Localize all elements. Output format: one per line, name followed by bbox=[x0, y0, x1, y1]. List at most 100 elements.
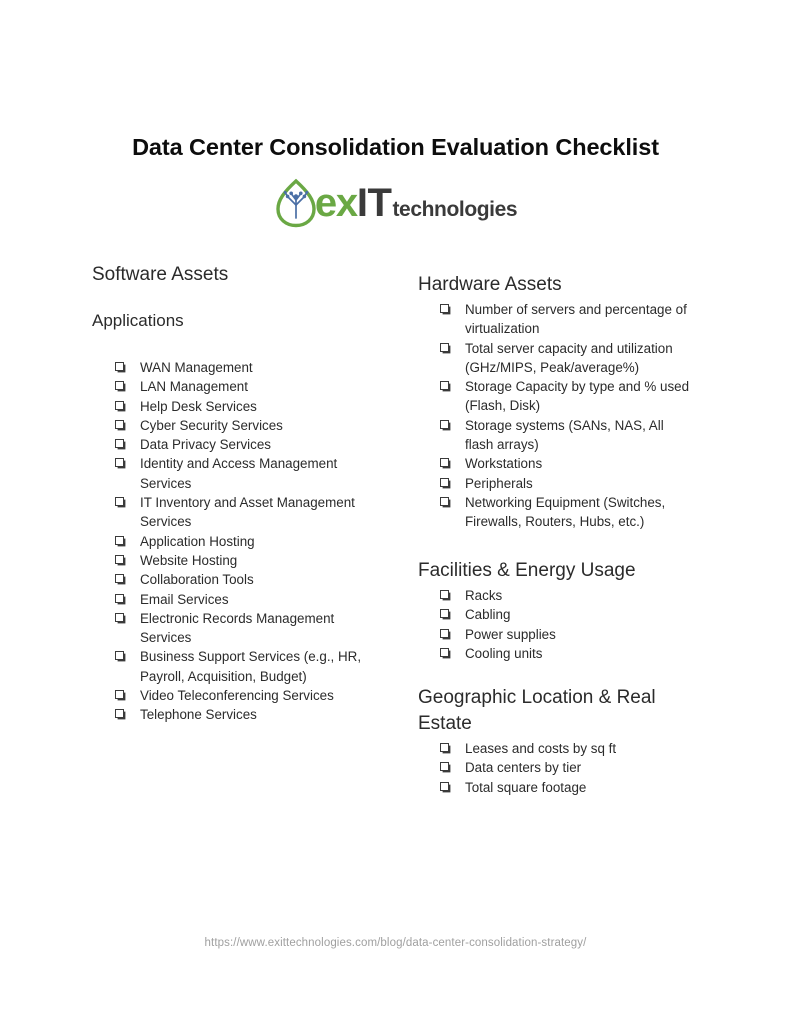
subheading-applications: Applications bbox=[92, 311, 184, 330]
checklist-item-label: Collaboration Tools bbox=[140, 572, 254, 588]
heading-software-assets: Software Assets bbox=[92, 264, 229, 285]
checkbox-icon[interactable] bbox=[115, 651, 124, 661]
checkbox-icon[interactable] bbox=[115, 381, 124, 391]
checklist-item[interactable]: Identity and Access Management Services bbox=[115, 454, 383, 493]
checklist-item-label: Business Support Services (e.g., HR, Pay… bbox=[140, 649, 362, 684]
checklist-item[interactable]: Video Teleconferencing Services bbox=[115, 686, 383, 705]
checkbox-icon[interactable] bbox=[115, 709, 124, 719]
checklist-item[interactable]: Data Privacy Services bbox=[115, 435, 383, 454]
checklist-item[interactable]: Cyber Security Services bbox=[115, 416, 383, 435]
checkbox-icon[interactable] bbox=[440, 477, 449, 487]
checklist-item-label: Cabling bbox=[465, 607, 511, 623]
logo-text-it: IT bbox=[356, 181, 392, 225]
checklist-item[interactable]: Business Support Services (e.g., HR, Pay… bbox=[115, 647, 383, 686]
checklist-item[interactable]: WAN Management bbox=[115, 358, 383, 377]
checklist-item-label: Total server capacity and utilization (G… bbox=[465, 340, 673, 375]
checklist-item-label: Storage systems (SANs, NAS, All flash ar… bbox=[465, 417, 664, 453]
checklist-hardware: Number of servers and percentage of virt… bbox=[440, 300, 692, 532]
checkbox-icon[interactable] bbox=[440, 647, 449, 657]
checkbox-icon[interactable] bbox=[440, 781, 449, 791]
checklist-item-label: Electronic Records Management Services bbox=[140, 610, 335, 646]
checklist-item[interactable]: Telephone Services bbox=[115, 705, 383, 724]
checklist-item[interactable]: Cabling bbox=[440, 605, 692, 624]
checklist-item[interactable]: Racks bbox=[440, 586, 692, 605]
checklist-item-label: Storage Capacity by type and % used (Fla… bbox=[465, 379, 690, 414]
checklist-item-label: IT Inventory and Asset Management Servic… bbox=[140, 495, 355, 530]
checklist-item[interactable]: Data centers by tier bbox=[440, 758, 692, 777]
checklist-item[interactable]: Email Services bbox=[115, 590, 383, 609]
checkbox-icon[interactable] bbox=[440, 590, 449, 599]
checkbox-icon[interactable] bbox=[115, 690, 124, 700]
checklist-item-label: Power supplies bbox=[465, 626, 556, 642]
checklist-item[interactable]: Total server capacity and utilization (G… bbox=[440, 339, 692, 378]
checklist-item-label: Number of servers and percentage of virt… bbox=[465, 302, 687, 337]
checkbox-icon[interactable] bbox=[440, 628, 449, 638]
checklist-item-label: WAN Management bbox=[140, 360, 253, 375]
checkbox-icon[interactable] bbox=[115, 535, 124, 545]
document-page: Data Center Consolidation Evaluation Che… bbox=[0, 0, 791, 1024]
checklist-item-label: Workstations bbox=[465, 456, 543, 472]
checkbox-icon[interactable] bbox=[440, 342, 449, 352]
checkbox-icon[interactable] bbox=[440, 762, 449, 772]
checklist-item[interactable]: Storage Capacity by type and % used (Fla… bbox=[440, 377, 692, 416]
page-title: Data Center Consolidation Evaluation Che… bbox=[132, 133, 659, 160]
checkbox-icon[interactable] bbox=[440, 304, 449, 313]
source-url[interactable]: https://www.exittechnologies.com/blog/da… bbox=[0, 937, 791, 949]
checklist-item-label: Video Teleconferencing Services bbox=[140, 688, 334, 704]
checkbox-icon[interactable] bbox=[440, 743, 449, 752]
checklist-item[interactable]: Workstations bbox=[440, 454, 692, 473]
logo-text-technologies: technologies bbox=[392, 198, 518, 221]
checklist-item-label: Leases and costs by sq ft bbox=[465, 741, 617, 756]
checklist-item[interactable]: Peripherals bbox=[440, 474, 692, 493]
checklist-item[interactable]: Number of servers and percentage of virt… bbox=[440, 300, 692, 339]
checklist-item[interactable]: Cooling units bbox=[440, 644, 692, 663]
checkbox-icon[interactable] bbox=[115, 554, 124, 564]
checklist-item-label: Website Hosting bbox=[140, 552, 238, 568]
checklist-item-label: Identity and Access Management Services bbox=[140, 456, 338, 491]
checkbox-icon[interactable] bbox=[115, 458, 124, 468]
checkbox-icon[interactable] bbox=[440, 458, 449, 468]
checklist-item-label: Help Desk Services bbox=[140, 398, 257, 414]
leaf-circuit-icon bbox=[276, 178, 316, 228]
checklist-item-label: Data Privacy Services bbox=[140, 437, 271, 453]
heading-geographic-location-real-estate: Geographic Location & Real Estate bbox=[418, 687, 656, 734]
checklist-item[interactable]: IT Inventory and Asset Management Servic… bbox=[115, 493, 383, 532]
checklist-item-label: Email Services bbox=[140, 591, 229, 607]
checklist-item-label: Racks bbox=[465, 588, 503, 603]
checklist-item-label: Cooling units bbox=[465, 645, 543, 661]
checklist-item-label: Application Hosting bbox=[140, 533, 255, 549]
checklist-item-label: Data centers by tier bbox=[465, 760, 582, 776]
checkbox-icon[interactable] bbox=[115, 362, 124, 371]
checkbox-icon[interactable] bbox=[115, 593, 124, 603]
checkbox-icon[interactable] bbox=[440, 419, 449, 429]
logo-text-ex: ex bbox=[314, 181, 358, 225]
checkbox-icon[interactable] bbox=[115, 419, 124, 429]
software-assets-checklist: WAN Management LAN Management Help Desk Se… bbox=[115, 358, 383, 725]
heading-hardware-assets: Hardware Assets bbox=[418, 274, 562, 295]
checklist-item[interactable]: Total square footage bbox=[440, 778, 692, 797]
checklist-item-label: LAN Management bbox=[140, 379, 248, 395]
checkbox-icon[interactable] bbox=[440, 381, 449, 391]
checklist-item[interactable]: LAN Management bbox=[115, 377, 383, 396]
checklist-item[interactable]: Collaboration Tools bbox=[115, 570, 383, 589]
checkbox-icon[interactable] bbox=[115, 574, 124, 584]
checklist-item[interactable]: Networking Equipment (Switches, Firewall… bbox=[440, 493, 692, 532]
checklist-item[interactable]: Electronic Records Management Services bbox=[115, 609, 383, 648]
checkbox-icon[interactable] bbox=[115, 439, 124, 449]
checkbox-icon[interactable] bbox=[440, 609, 449, 619]
checkbox-icon[interactable] bbox=[440, 496, 449, 506]
checklist-item[interactable]: Help Desk Services bbox=[115, 397, 383, 416]
checkbox-icon[interactable] bbox=[115, 497, 124, 507]
checkbox-icon[interactable] bbox=[115, 612, 124, 622]
checkbox-icon[interactable] bbox=[115, 400, 124, 410]
checklist-item[interactable]: Website Hosting bbox=[115, 551, 383, 570]
checklist-item-label: Total square footage bbox=[465, 779, 587, 795]
checklist-item[interactable]: Power supplies bbox=[440, 625, 692, 644]
checklist-item-label: Networking Equipment (Switches, Firewall… bbox=[465, 494, 666, 530]
checklist-item[interactable]: Storage systems (SANs, NAS, All flash ar… bbox=[440, 416, 692, 455]
checklist-item[interactable]: Leases and costs by sq ft bbox=[440, 739, 692, 758]
heading-facilities-energy-usage: Facilities & Energy Usage bbox=[418, 560, 636, 581]
checklist-item-label: Telephone Services bbox=[140, 707, 257, 723]
checklist-item[interactable]: Application Hosting bbox=[115, 532, 383, 551]
checklist-item-label: Peripherals bbox=[465, 475, 533, 491]
